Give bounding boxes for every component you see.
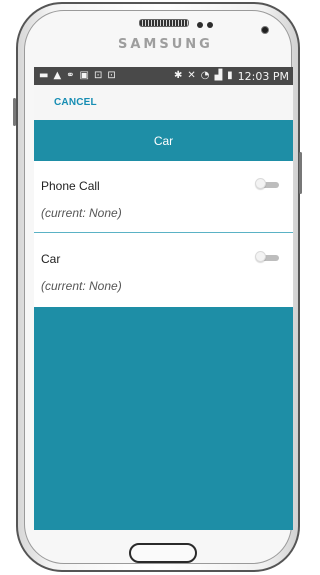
- item-title: Car: [41, 252, 61, 266]
- status-icons-right: ✱ ✕ ◔ ▟ ▮ 12:03 PM: [174, 70, 289, 83]
- toggle-thumb: [255, 178, 266, 189]
- empty-content-area: [34, 307, 293, 530]
- power-key: [299, 152, 302, 194]
- item-subtitle: (current: None): [41, 279, 122, 293]
- signal-icon: ▟: [214, 70, 223, 81]
- toolbar: CANCEL: [34, 85, 293, 120]
- mute-icon: ✕: [187, 70, 196, 81]
- item-subtitle: (current: None): [41, 206, 122, 220]
- toggle-thumb: [255, 251, 266, 262]
- cancel-button[interactable]: CANCEL: [54, 97, 97, 108]
- front-camera: [261, 26, 269, 34]
- battery-icon: ▮: [227, 70, 233, 81]
- message-icon: ▬: [39, 70, 49, 81]
- home-button[interactable]: [129, 543, 197, 563]
- toggle-switch[interactable]: [255, 251, 280, 262]
- status-icons-left: ▬ ▲ ⚭ ▣ ⊡ ⊡: [39, 71, 116, 81]
- image-icon: ▣: [79, 70, 89, 81]
- list-item[interactable]: Car (current: None): [34, 234, 293, 306]
- light-sensor: [207, 22, 213, 28]
- brand-logo: SAMSUNG: [118, 37, 213, 52]
- bluetooth-icon: ✱: [173, 70, 183, 81]
- status-bar: ▬ ▲ ⚭ ▣ ⊡ ⊡ ✱ ✕ ◔ ▟ ▮ 12:03 PM: [34, 67, 293, 85]
- item-title: Phone Call: [41, 179, 100, 193]
- screen: ▬ ▲ ⚭ ▣ ⊡ ⊡ ✱ ✕ ◔ ▟ ▮ 12:03 PM CANCEL Ca…: [34, 67, 293, 530]
- link-icon: ⚭: [66, 70, 75, 81]
- section-header: Car: [34, 120, 293, 161]
- header-title: Car: [153, 133, 174, 148]
- volume-key: [13, 98, 16, 126]
- proximity-sensor: [197, 22, 203, 28]
- wifi-icon: ◔: [200, 70, 210, 81]
- earpiece-speaker: [139, 19, 189, 27]
- lock-icon: ⊡: [94, 70, 103, 81]
- list-item[interactable]: Phone Call (current: None): [34, 161, 293, 233]
- status-time: 12:03 PM: [237, 69, 289, 83]
- lock-icon: ⊡: [107, 70, 116, 81]
- toggle-switch[interactable]: [255, 178, 280, 189]
- warning-icon: ▲: [53, 70, 62, 81]
